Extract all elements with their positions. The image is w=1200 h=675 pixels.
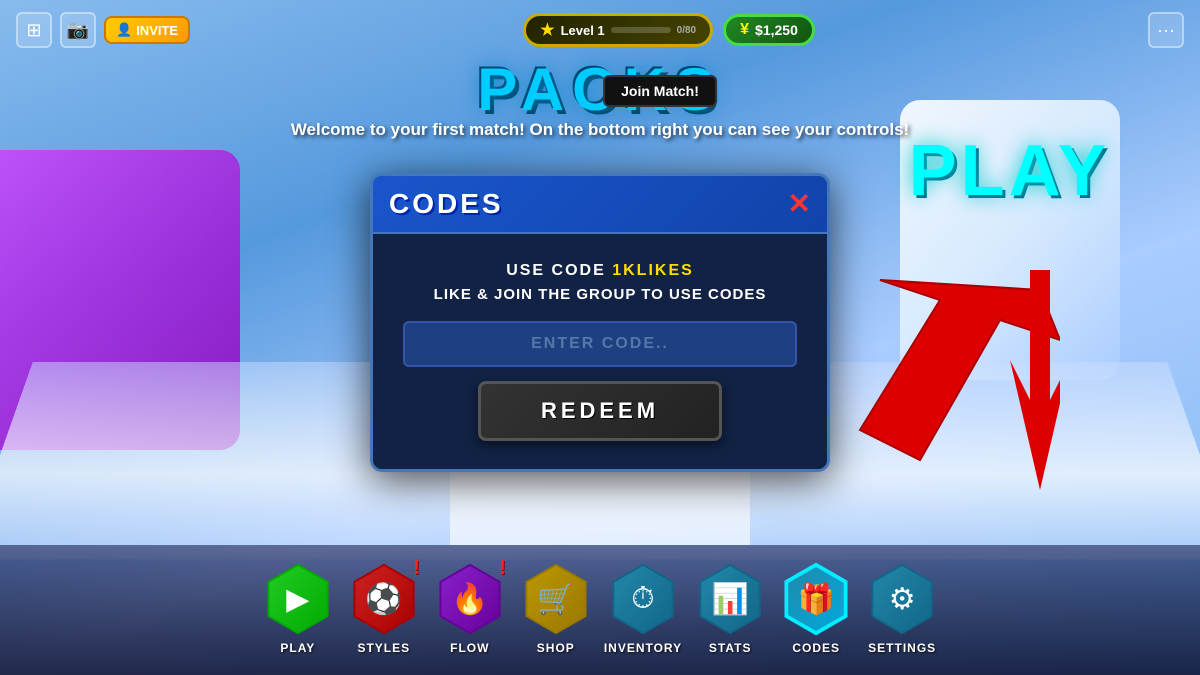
redeem-button[interactable]: REDEEM	[478, 381, 722, 441]
promo-line2: LIKE & JOIN THE GROUP TO USE CODES	[434, 283, 767, 307]
promo-line1: USE CODE 1KLIKES	[434, 258, 767, 284]
codes-modal: CODES ✕ USE CODE 1KLIKES LIKE & JOIN THE…	[370, 173, 830, 473]
code-promo: USE CODE 1KLIKES LIKE & JOIN THE GROUP T…	[434, 258, 767, 308]
modal-title: CODES	[389, 188, 504, 220]
modal-header: CODES ✕	[373, 176, 827, 234]
promo-code: 1KLIKES	[612, 262, 694, 279]
promo-line1-text: USE CODE	[506, 262, 612, 279]
modal-close-button[interactable]: ✕	[788, 190, 811, 218]
modal-body: USE CODE 1KLIKES LIKE & JOIN THE GROUP T…	[373, 234, 827, 470]
code-input[interactable]	[403, 321, 797, 367]
promo-line2-part1: LIKE & JOIN	[434, 286, 533, 303]
promo-line2-part2: THE GROUP TO USE CODES	[533, 286, 766, 303]
modal-overlay: CODES ✕ USE CODE 1KLIKES LIKE & JOIN THE…	[0, 0, 1200, 675]
